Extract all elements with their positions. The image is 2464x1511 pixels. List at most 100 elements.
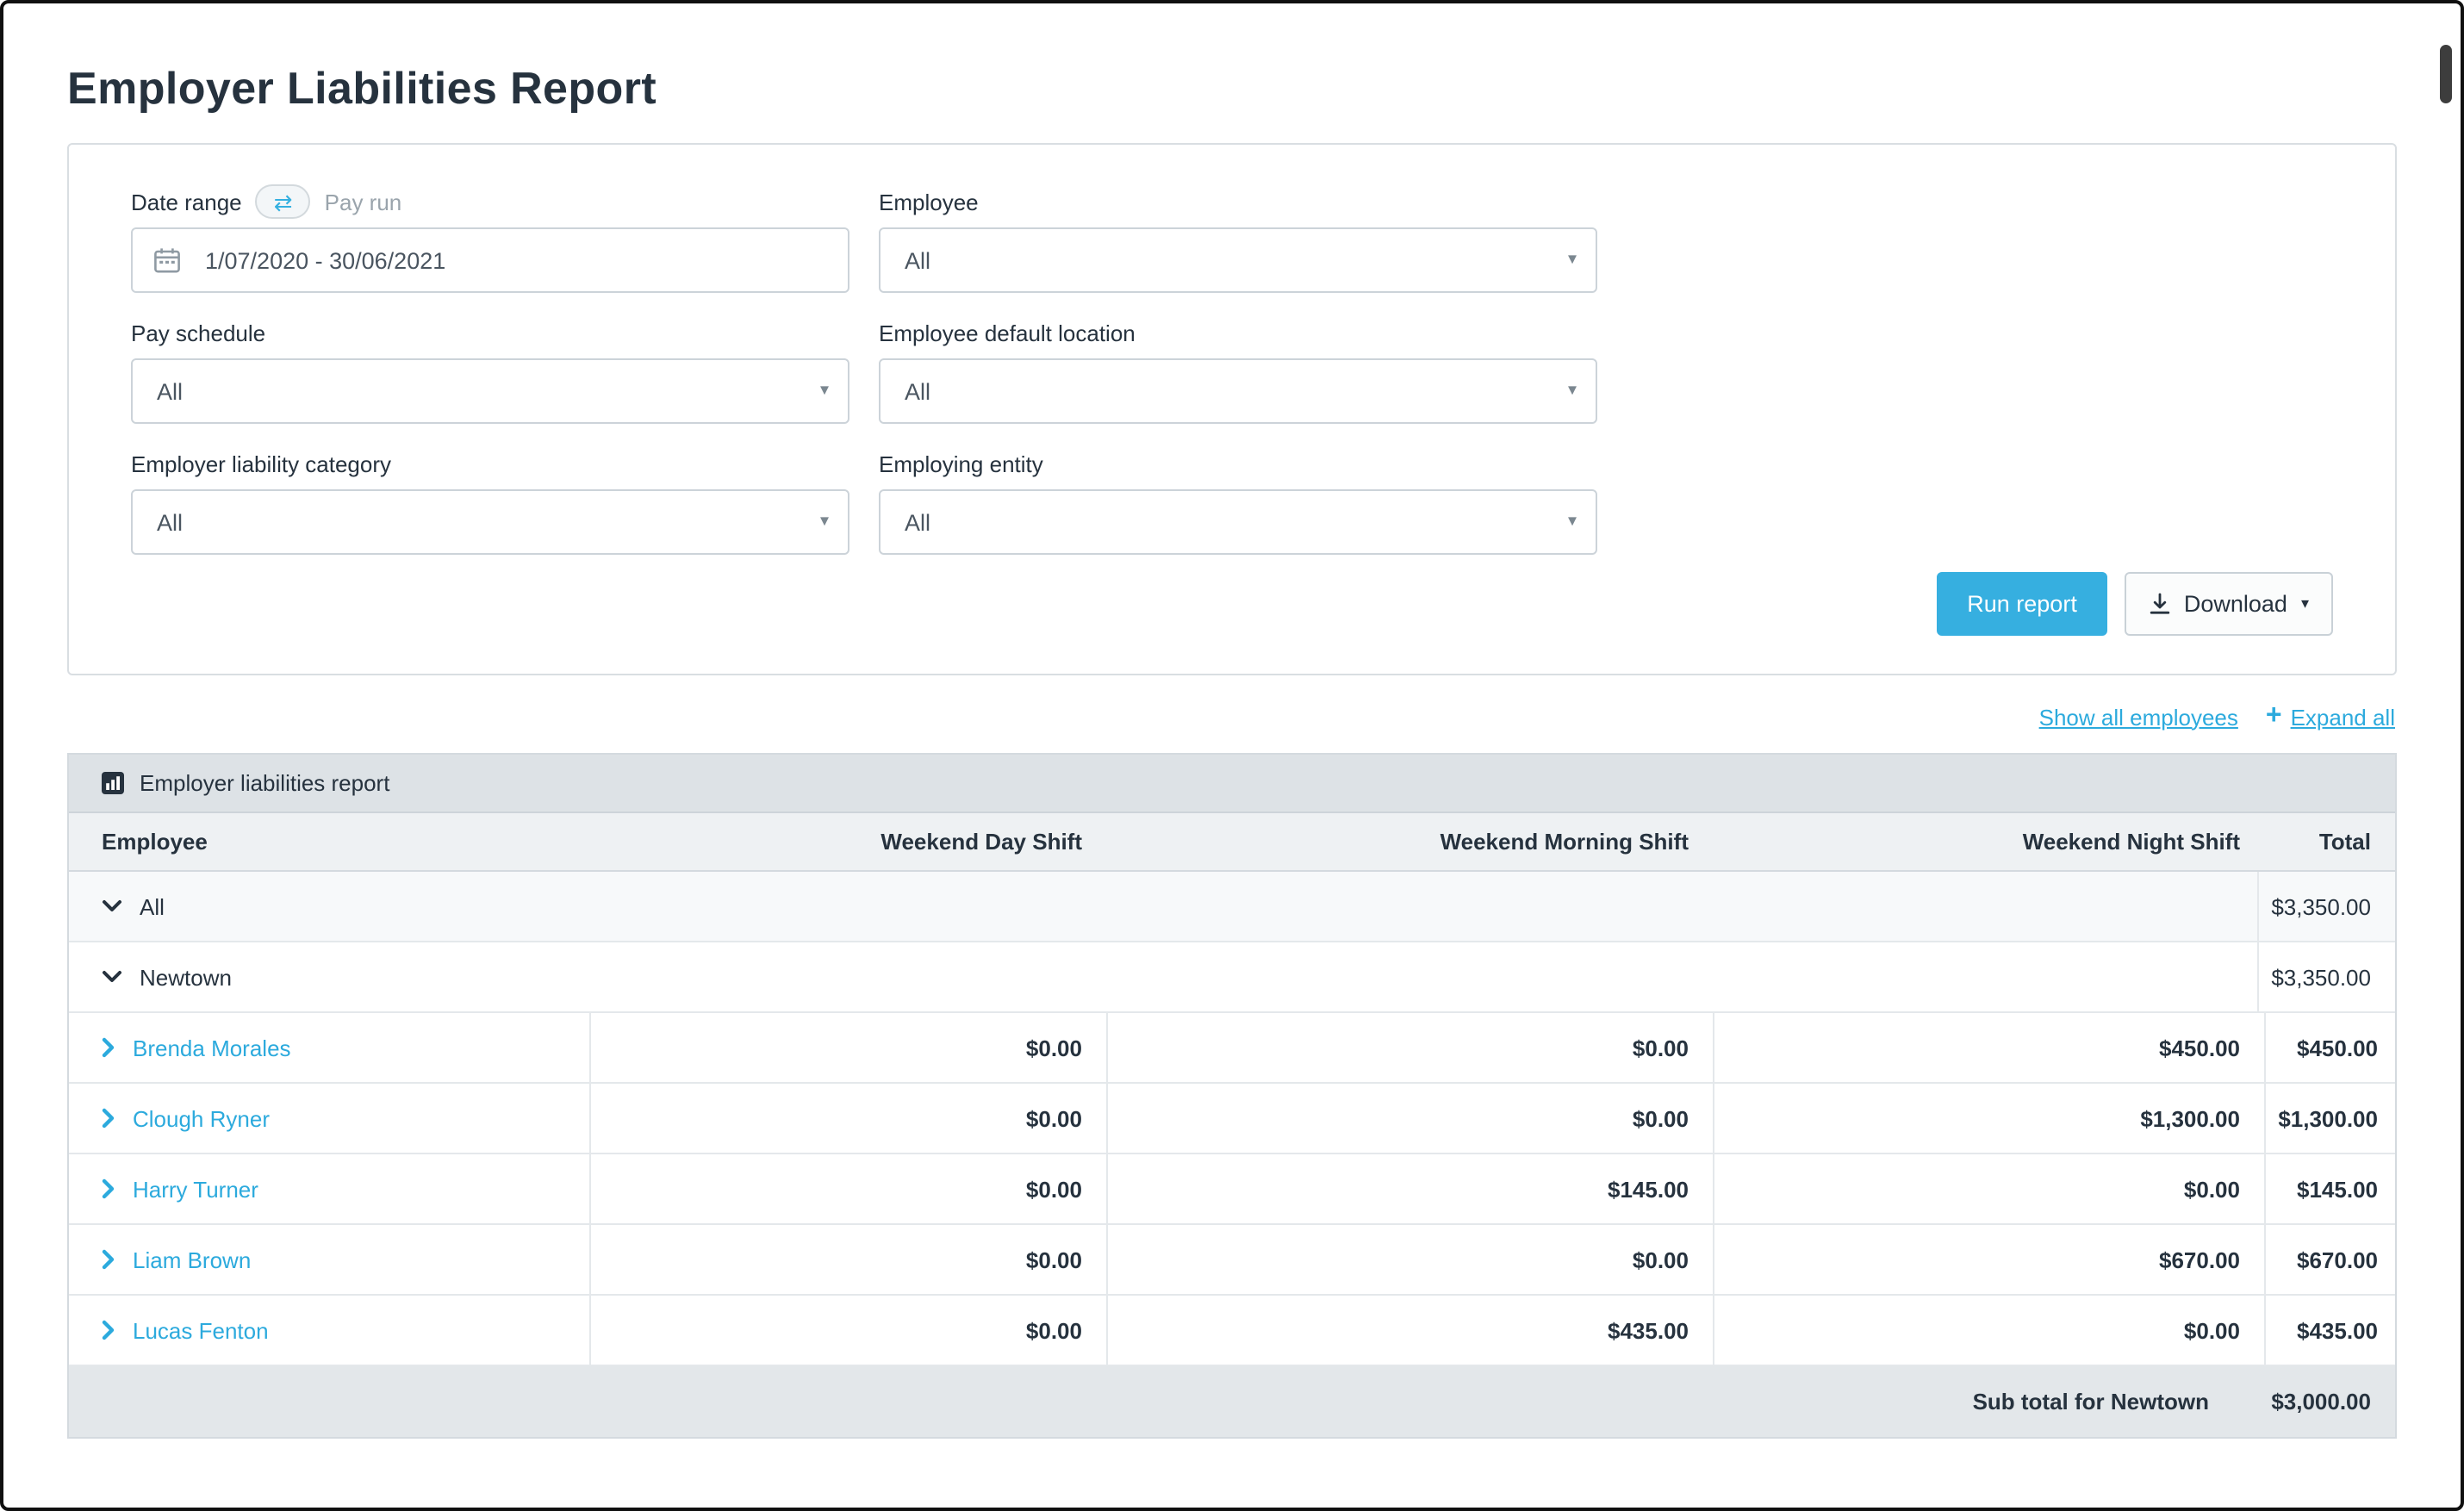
table-row: Lucas Fenton $0.00 $435.00 $0.00 $435.00 [69, 1296, 2395, 1366]
page-title: Employer Liabilities Report [67, 62, 2397, 115]
expand-all-link[interactable]: + Expand all [2266, 703, 2395, 731]
plus-icon: + [2266, 703, 2282, 731]
cell-weekend-night: $1,300.00 [1713, 1084, 2264, 1153]
table-row: Clough Ryner $0.00 $0.00 $1,300.00 $1,30… [69, 1084, 2395, 1154]
col-weekend-day-shift: Weekend Day Shift [589, 813, 1106, 870]
employer-liability-category-select[interactable]: All ▾ [131, 489, 849, 555]
cell-weekend-night: $670.00 [1713, 1225, 2264, 1294]
filter-panel: Date range ⇄ Pay run [67, 143, 2397, 675]
table-titlebar: Employer liabilities report [69, 755, 2395, 813]
chevron-right-icon[interactable] [102, 1249, 115, 1270]
cell-weekend-day: $0.00 [589, 1296, 1106, 1365]
chevron-down-icon: ▾ [1568, 251, 1577, 270]
calendar-icon [153, 246, 181, 274]
chevron-down-icon[interactable] [102, 970, 122, 984]
group-label: All [140, 893, 165, 919]
chevron-down-icon: ▾ [1568, 513, 1577, 532]
pay-schedule-select-value: All [157, 378, 183, 404]
chevron-right-icon[interactable] [102, 1108, 115, 1129]
table-row: Brenda Morales $0.00 $0.00 $450.00 $450.… [69, 1013, 2395, 1084]
date-payrun-toggle[interactable]: ⇄ [256, 184, 311, 219]
employee-default-location-label: Employee default location [879, 320, 1136, 345]
bar-chart-icon [102, 772, 124, 794]
cell-total: $435.00 [2264, 1296, 2402, 1365]
cell-weekend-night: $0.00 [1713, 1296, 2264, 1365]
filter-grid: Date range ⇄ Pay run [131, 186, 2333, 555]
employing-entity-select[interactable]: All ▾ [879, 489, 1597, 555]
table-links: Show all employees + Expand all [67, 703, 2395, 731]
download-icon [2150, 593, 2172, 615]
chevron-down-icon: ▾ [1568, 382, 1577, 401]
filter-actions: Run report Download ▾ [131, 572, 2333, 636]
chevron-down-icon: ▾ [820, 382, 829, 401]
employee-link[interactable]: Brenda Morales [133, 1035, 291, 1060]
table-row: Liam Brown $0.00 $0.00 $670.00 $670.00 [69, 1225, 2395, 1296]
cell-weekend-day: $0.00 [589, 1154, 1106, 1223]
col-weekend-night-shift: Weekend Night Shift [1713, 813, 2264, 870]
table-title: Employer liabilities report [140, 770, 389, 796]
cell-weekend-morning: $0.00 [1106, 1225, 1713, 1294]
cell-total: $670.00 [2264, 1225, 2402, 1294]
employee-select[interactable]: All ▾ [879, 227, 1597, 293]
cell-weekend-day: $0.00 [589, 1084, 1106, 1153]
employee-label: Employee [879, 189, 979, 215]
cell-weekend-morning: $435.00 [1106, 1296, 1713, 1365]
pay-schedule-select[interactable]: All ▾ [131, 358, 849, 424]
download-button[interactable]: Download ▾ [2125, 572, 2333, 636]
group-row-all[interactable]: All $3,350.00 [69, 872, 2395, 942]
swap-arrows-icon: ⇄ [274, 190, 293, 213]
expand-all-link-label: Expand all [2291, 704, 2395, 730]
employee-field: Employee All ▾ [879, 186, 1597, 293]
employee-link[interactable]: Clough Ryner [133, 1105, 270, 1131]
employer-liability-category-select-value: All [157, 509, 183, 535]
employing-entity-label: Employing entity [879, 451, 1043, 476]
col-weekend-morning-shift: Weekend Morning Shift [1106, 813, 1713, 870]
employee-link[interactable]: Lucas Fenton [133, 1317, 269, 1343]
chevron-down-icon: ▾ [820, 513, 829, 532]
subtotal-label: Sub total for Newtown [69, 1366, 2233, 1437]
subtotal-value: $3,000.00 [2233, 1366, 2395, 1437]
cell-weekend-morning: $0.00 [1106, 1013, 1713, 1082]
report-table: Employer liabilities report Employee Wee… [67, 753, 2397, 1439]
pay-schedule-label: Pay schedule [131, 320, 265, 345]
app-window: Employer Liabilities Report Date range ⇄… [0, 0, 2464, 1511]
col-employee: Employee [69, 813, 589, 870]
employer-liability-category-field: Employer liability category All ▾ [131, 448, 849, 555]
cell-weekend-day: $0.00 [589, 1013, 1106, 1082]
employee-select-value: All [905, 247, 930, 273]
group-total: $3,350.00 [2257, 942, 2395, 1011]
show-all-employees-link[interactable]: Show all employees [2039, 704, 2238, 730]
group-label: Newtown [140, 964, 232, 990]
table-row: Harry Turner $0.00 $145.00 $0.00 $145.00 [69, 1154, 2395, 1225]
scrollbar-thumb[interactable] [2440, 45, 2452, 103]
date-range-input[interactable] [131, 227, 849, 293]
download-button-label: Download [2184, 591, 2287, 617]
group-total: $3,350.00 [2257, 872, 2395, 941]
date-range-field: Date range ⇄ Pay run [131, 186, 849, 293]
cell-weekend-day: $0.00 [589, 1225, 1106, 1294]
group-row-newtown[interactable]: Newtown $3,350.00 [69, 942, 2395, 1013]
cell-weekend-morning: $145.00 [1106, 1154, 1713, 1223]
chevron-down-icon: ▾ [2301, 594, 2309, 613]
subtotal-row: Sub total for Newtown $3,000.00 [69, 1366, 2395, 1437]
chevron-right-icon[interactable] [102, 1178, 115, 1199]
cell-total: $450.00 [2264, 1013, 2402, 1082]
pay-schedule-field: Pay schedule All ▾ [131, 317, 849, 424]
table-column-header: Employee Weekend Day Shift Weekend Morni… [69, 813, 2395, 872]
employer-liability-category-label: Employer liability category [131, 451, 391, 476]
col-total: Total [2264, 813, 2395, 870]
chevron-down-icon[interactable] [102, 899, 122, 913]
date-range-label: Date range [131, 189, 242, 215]
employee-link[interactable]: Harry Turner [133, 1176, 258, 1202]
employee-link[interactable]: Liam Brown [133, 1247, 251, 1272]
chevron-right-icon[interactable] [102, 1320, 115, 1340]
cell-weekend-night: $450.00 [1713, 1013, 2264, 1082]
run-report-button[interactable]: Run report [1936, 572, 2108, 636]
employee-default-location-select[interactable]: All ▾ [879, 358, 1597, 424]
chevron-right-icon[interactable] [102, 1037, 115, 1058]
employee-default-location-field: Employee default location All ▾ [879, 317, 1597, 424]
page: Employer Liabilities Report Date range ⇄… [3, 3, 2461, 1439]
employee-default-location-select-value: All [905, 378, 930, 404]
employing-entity-select-value: All [905, 509, 930, 535]
pay-run-label: Pay run [325, 189, 402, 215]
